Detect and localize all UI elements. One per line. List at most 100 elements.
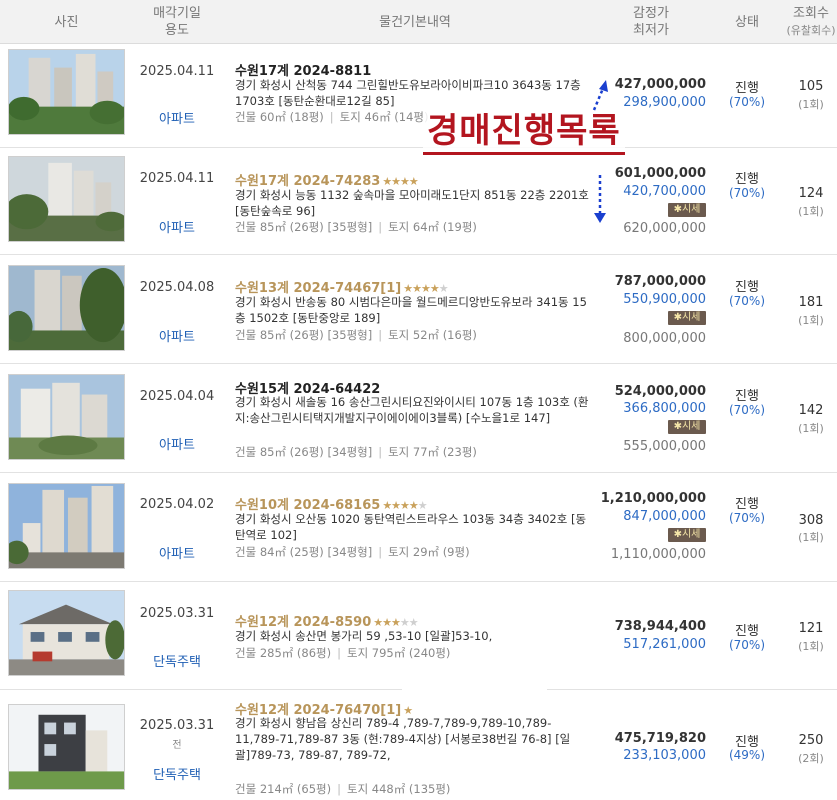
market-price-label: 시세 xyxy=(681,312,701,323)
auction-date: 2025.03.31 xyxy=(139,718,215,733)
failed-count: (1회) xyxy=(798,531,824,544)
area-info: 건물 85㎡ (26평) [35평형] | 토지 64㎡ (19평) xyxy=(235,220,477,234)
minimum-price: 420,700,000 xyxy=(623,184,706,199)
property-photo[interactable] xyxy=(8,49,125,135)
failed-count: (1회) xyxy=(798,98,824,111)
appraisal-price: 475,719,820 xyxy=(614,731,706,746)
header-status-label: 상태 xyxy=(735,14,759,30)
view-count: 121 xyxy=(798,621,824,636)
property-photo[interactable] xyxy=(8,265,125,351)
minimum-percent: (70%) xyxy=(728,511,766,525)
building-area: 건물 214㎡ (65평) xyxy=(235,782,332,796)
failed-count: (1회) xyxy=(798,640,824,653)
usage-type-link[interactable]: 아파트 xyxy=(132,434,222,453)
table-row[interactable]: 2025.03.31 전 단독주택 수원12계 2024-76470[1] ★ 경… xyxy=(0,690,837,800)
failed-count: (1회) xyxy=(798,314,824,327)
property-address: 경기 화성시 반송동 80 시범다은마을 월드메르디앙반도유보라 341동 15… xyxy=(235,295,587,325)
appraisal-price: 1,210,000,000 xyxy=(600,491,706,506)
arrow-down-icon xyxy=(594,175,606,223)
usage-subtype: 전 xyxy=(172,740,182,751)
minimum-price: 233,103,000 xyxy=(623,748,706,763)
market-price: 620,000,000 xyxy=(623,221,706,236)
status-label: 진행 xyxy=(735,497,759,512)
market-price-badge[interactable]: ✱시세 xyxy=(668,528,706,542)
area-info: 건물 214㎡ (65평) | 토지 448㎡ (135평) xyxy=(235,782,451,796)
auction-date: 2025.04.11 xyxy=(139,171,215,186)
appraisal-price: 601,000,000 xyxy=(614,166,706,181)
market-price-label: 시세 xyxy=(681,204,701,215)
auction-date: 2025.03.31 xyxy=(139,606,215,621)
header-failed-label: (유찰회수) xyxy=(786,24,836,37)
property-photo[interactable] xyxy=(8,156,125,242)
building-area: 건물 285㎡ (86평) xyxy=(235,646,332,660)
table-row[interactable]: 2025.04.08 아파트 수원13계 2024-74467[1] ★★★★★ … xyxy=(0,255,837,364)
usage-type-link[interactable]: 아파트 xyxy=(132,108,222,127)
view-count: 142 xyxy=(798,403,824,418)
view-count: 105 xyxy=(798,79,824,94)
minimum-price: 517,261,000 xyxy=(623,637,706,652)
property-address: 경기 화성시 향남읍 상신리 789-4 ,789-7,789-9,789-10… xyxy=(235,716,571,762)
market-price-badge[interactable]: ✱시세 xyxy=(668,203,706,217)
land-area: 토지 52㎡ (16평) xyxy=(388,328,477,342)
failed-count: (1회) xyxy=(798,422,824,435)
header-minimum-label: 최저가 xyxy=(633,23,669,38)
market-price-badge[interactable]: ✱시세 xyxy=(668,311,706,325)
usage-type-link[interactable]: 아파트 xyxy=(132,543,222,562)
table-row[interactable]: 2025.03.31 단독주택 수원12계 2024-8590 ★★★★★ 경기 … xyxy=(0,582,837,690)
area-info: 건물 85㎡ (26평) [35평형] | 토지 52㎡ (16평) xyxy=(235,328,477,342)
status-label: 진행 xyxy=(735,280,759,295)
property-address: 경기 화성시 오산동 1020 동탄역린스트라우스 103동 34층 3402호… xyxy=(235,512,587,542)
property-photo[interactable] xyxy=(8,374,125,460)
header-views-label: 조회수 xyxy=(793,6,829,21)
blank-overlay xyxy=(402,688,547,702)
header-appraisal-label: 감정가 xyxy=(633,6,669,21)
arrow-up-icon xyxy=(592,80,608,111)
header-photo: 사진 xyxy=(8,0,125,44)
market-price: 555,000,000 xyxy=(623,439,706,454)
land-area: 토지 448㎡ (135평) xyxy=(346,782,451,796)
area-info: 건물 84㎡ (25평) [34평형] | 토지 29㎡ (9평) xyxy=(235,545,470,559)
usage-type-link[interactable]: 단독주택 xyxy=(132,651,222,670)
usage-type-link[interactable]: 단독주택 xyxy=(132,764,222,783)
header-date-use[interactable]: 매각기일 용도 xyxy=(132,0,222,44)
failed-count: (2회) xyxy=(798,752,824,765)
property-photo[interactable] xyxy=(8,704,125,790)
status-label: 진행 xyxy=(735,624,759,639)
minimum-percent: (70%) xyxy=(728,638,766,652)
auction-date: 2025.04.04 xyxy=(139,389,215,404)
header-info: 물건기본내역 xyxy=(235,0,595,44)
appraisal-price: 524,000,000 xyxy=(614,384,706,399)
property-photo[interactable] xyxy=(8,483,125,569)
view-count: 181 xyxy=(798,295,824,310)
land-area: 토지 795㎡ (240평) xyxy=(346,646,451,660)
property-address: 경기 화성시 송산면 봉가리 59 ,53-10 [일괄]53-10, xyxy=(235,629,493,643)
header-date-label: 매각기일 xyxy=(153,6,201,21)
minimum-percent: (70%) xyxy=(728,186,766,200)
area-info: 건물 60㎡ (18평) | 토지 46㎡ (14평) xyxy=(235,110,429,124)
property-address: 경기 화성시 산척동 744 그린힐반도유보라아이비파크10 3643동 17층… xyxy=(235,78,581,108)
header-price[interactable]: 감정가최저가 xyxy=(596,0,706,44)
minimum-percent: (70%) xyxy=(728,95,766,109)
property-address: 경기 화성시 능동 1132 숲속마을 모아미래도1단지 851동 22층 22… xyxy=(235,188,589,218)
market-price-label: 시세 xyxy=(681,421,701,432)
status-label: 진행 xyxy=(735,81,759,96)
auction-date: 2025.04.02 xyxy=(139,497,215,512)
view-count: 250 xyxy=(798,733,824,748)
property-photo[interactable] xyxy=(8,590,125,676)
minimum-percent: (70%) xyxy=(728,403,766,417)
appraisal-price: 427,000,000 xyxy=(614,77,706,92)
header-info-label: 물건기본내역 xyxy=(379,14,451,30)
table-row[interactable]: 2025.04.02 아파트 수원10계 2024-68165 ★★★★★ 경기 … xyxy=(0,473,837,582)
land-area: 토지 64㎡ (19평) xyxy=(388,220,477,234)
building-area: 건물 85㎡ (26평) [35평형] xyxy=(235,220,373,234)
usage-type-link[interactable]: 아파트 xyxy=(132,326,222,345)
area-info: 건물 85㎡ (26평) [34평형] | 토지 77㎡ (23평) xyxy=(235,445,477,459)
table-row[interactable]: 2025.04.04 아파트 수원15계 2024-64422 경기 화성시 새… xyxy=(0,364,837,473)
table-row[interactable]: 2025.04.11 아파트 수원17계 2024-74283 ★★★★ 경기 화… xyxy=(0,148,837,255)
auction-date: 2025.04.11 xyxy=(139,64,215,79)
land-area: 토지 46㎡ (14평) xyxy=(339,110,429,124)
header-views[interactable]: 조회수 (유찰회수) xyxy=(785,0,837,44)
market-price-badge[interactable]: ✱시세 xyxy=(668,420,706,434)
usage-type-link[interactable]: 아파트 xyxy=(132,217,222,236)
table-row[interactable]: 2025.04.11 아파트 수원17계 2024-8811 경기 화성시 산척… xyxy=(0,44,837,148)
